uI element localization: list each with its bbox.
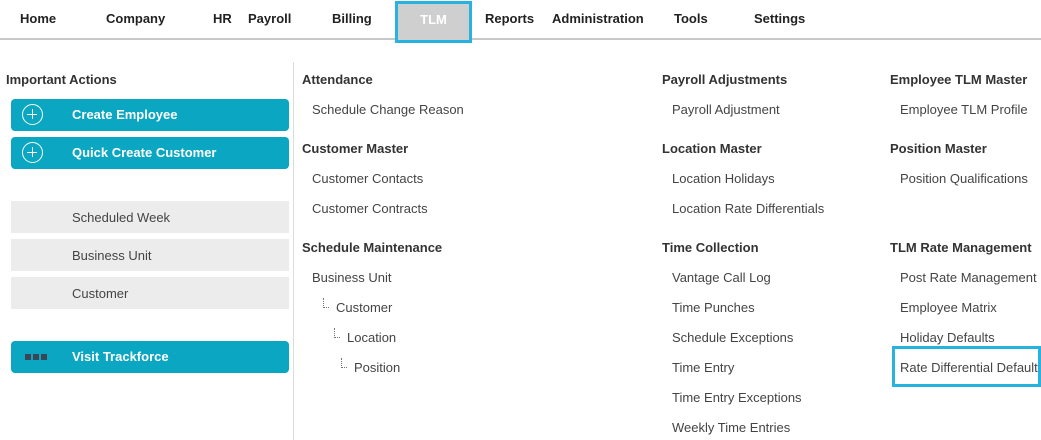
quick-link-label: Scheduled Week xyxy=(72,210,171,225)
link-customer[interactable]: Customer xyxy=(336,300,392,315)
quick-link-label: Business Unit xyxy=(72,248,152,263)
important-actions-title: Important Actions xyxy=(6,72,117,87)
link-schedule-change-reason[interactable]: Schedule Change Reason xyxy=(312,102,464,117)
quick-link-customer[interactable]: Customer xyxy=(11,277,289,309)
link-location-rate-differentials[interactable]: Location Rate Differentials xyxy=(672,201,824,216)
section-employee-tlm-master: Employee TLM Master xyxy=(890,72,1028,87)
section-schedule-maintenance: Schedule Maintenance xyxy=(302,240,443,255)
plus-circle-icon xyxy=(22,104,43,125)
nav-tools[interactable]: Tools xyxy=(674,11,708,26)
quick-link-label: Customer xyxy=(72,286,129,301)
create-employee-label: Create Employee xyxy=(72,107,178,122)
nav-billing[interactable]: Billing xyxy=(332,11,372,26)
nav-reports[interactable]: Reports xyxy=(485,11,534,26)
link-time-entry-exceptions[interactable]: Time Entry Exceptions xyxy=(672,390,802,405)
link-location[interactable]: Location xyxy=(347,330,396,345)
link-customer-contacts[interactable]: Customer Contacts xyxy=(312,171,423,186)
link-rate-differential-default[interactable]: Rate Differential Default xyxy=(900,360,1038,375)
tree-connector xyxy=(323,298,329,308)
link-location-holidays[interactable]: Location Holidays xyxy=(672,171,775,186)
section-customer-master: Customer Master xyxy=(302,141,409,156)
visit-trackforce-button[interactable]: Visit Trackforce xyxy=(11,341,289,373)
nav-tlm-label: TLM xyxy=(420,12,447,27)
link-schedule-exceptions[interactable]: Schedule Exceptions xyxy=(672,330,793,345)
column-divider xyxy=(293,62,294,440)
tree-connector xyxy=(334,328,340,338)
link-post-rate-management[interactable]: Post Rate Management xyxy=(900,270,1037,285)
trackforce-logo-icon xyxy=(25,354,53,360)
section-location-master: Location Master xyxy=(662,141,762,156)
nav-payroll[interactable]: Payroll xyxy=(248,11,291,26)
link-weekly-time-entries[interactable]: Weekly Time Entries xyxy=(672,420,790,435)
section-position-master: Position Master xyxy=(890,141,987,156)
quick-create-customer-label: Quick Create Customer xyxy=(72,145,217,160)
link-customer-contracts[interactable]: Customer Contracts xyxy=(312,201,428,216)
link-employee-tlm-profile[interactable]: Employee TLM Profile xyxy=(900,102,1028,117)
nav-settings[interactable]: Settings xyxy=(754,11,805,26)
plus-circle-icon xyxy=(22,142,43,163)
nav-home[interactable]: Home xyxy=(20,11,56,26)
quick-link-business-unit[interactable]: Business Unit xyxy=(11,239,289,271)
top-nav: Home Company HR Payroll Billing TLM Repo… xyxy=(0,0,1041,43)
link-business-unit[interactable]: Business Unit xyxy=(312,270,391,285)
link-time-entry[interactable]: Time Entry xyxy=(672,360,734,375)
visit-trackforce-label: Visit Trackforce xyxy=(72,349,169,364)
nav-tlm[interactable]: TLM xyxy=(395,1,472,43)
quick-link-scheduled-week[interactable]: Scheduled Week xyxy=(11,201,289,233)
link-position[interactable]: Position xyxy=(354,360,400,375)
link-position-qualifications[interactable]: Position Qualifications xyxy=(900,171,1028,186)
link-time-punches[interactable]: Time Punches xyxy=(672,300,755,315)
nav-hr[interactable]: HR xyxy=(213,11,232,26)
section-payroll-adjustments: Payroll Adjustments xyxy=(662,72,788,87)
link-employee-matrix[interactable]: Employee Matrix xyxy=(900,300,997,315)
quick-create-customer-button[interactable]: Quick Create Customer xyxy=(11,137,289,169)
nav-administration[interactable]: Administration xyxy=(552,11,644,26)
create-employee-button[interactable]: Create Employee xyxy=(11,99,289,131)
link-holiday-defaults[interactable]: Holiday Defaults xyxy=(900,330,995,345)
section-tlm-rate-management: TLM Rate Management xyxy=(890,240,1032,255)
section-attendance: Attendance xyxy=(302,72,373,87)
section-time-collection: Time Collection xyxy=(662,240,759,255)
link-vantage-call-log[interactable]: Vantage Call Log xyxy=(672,270,771,285)
nav-company[interactable]: Company xyxy=(106,11,165,26)
tree-connector xyxy=(341,358,347,368)
link-payroll-adjustment[interactable]: Payroll Adjustment xyxy=(672,102,780,117)
